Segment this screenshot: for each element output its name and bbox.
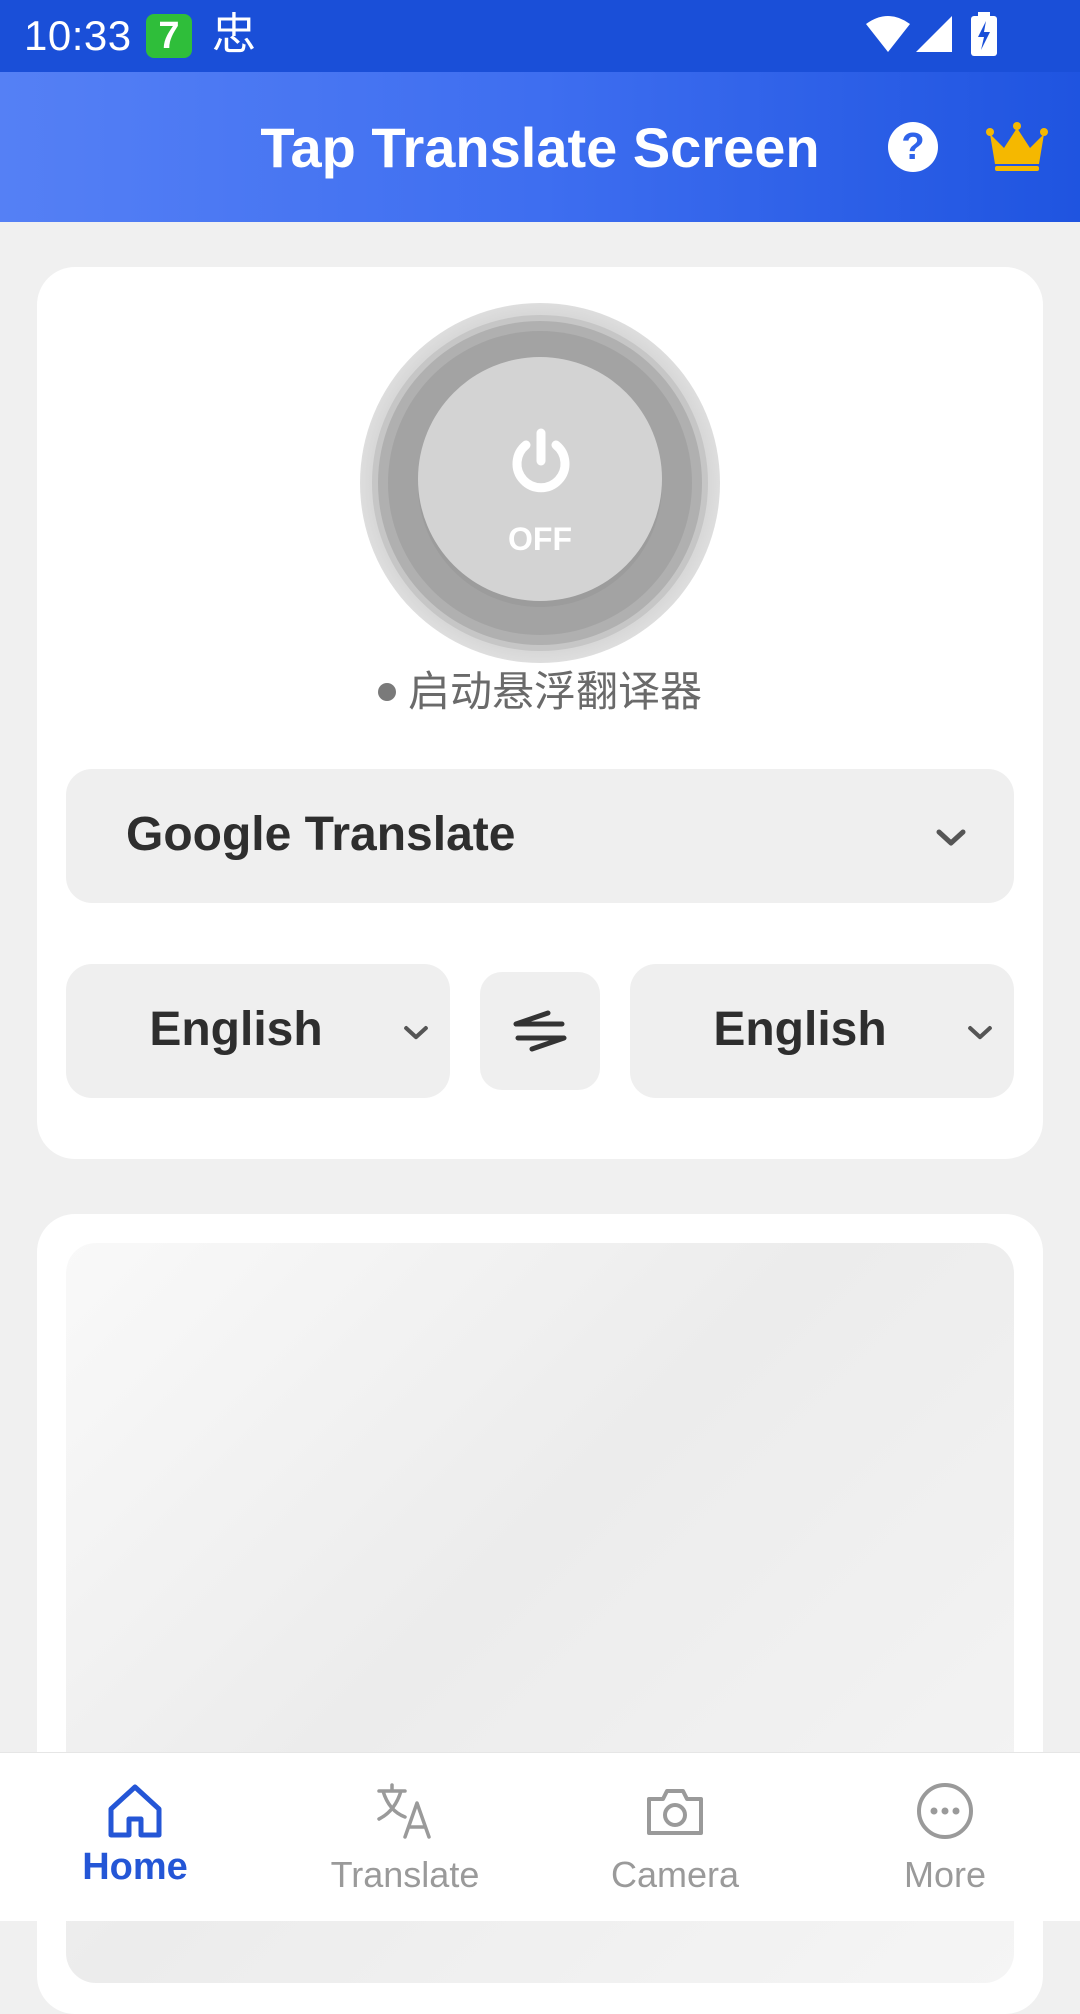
source-language-label: English [149, 1003, 323, 1056]
app-notification-char: 忠 [212, 10, 256, 59]
nav-label-translate: Translate [330, 1854, 480, 1895]
nav-label-home: Home [82, 1846, 188, 1888]
translate-icon [377, 1783, 431, 1839]
camera-icon [647, 1789, 703, 1835]
app-notification-badge: 7 [146, 14, 192, 58]
power-face: OFF [418, 357, 662, 601]
swap-arrows-icon [513, 1010, 567, 1052]
more-icon [917, 1783, 973, 1839]
source-language-select[interactable]: English [66, 964, 450, 1098]
power-status-text: 启动悬浮翻译器 [407, 668, 702, 715]
power-inner-edge: OFF [388, 331, 692, 635]
chevron-down-icon [936, 829, 966, 846]
help-button[interactable]: ? [888, 122, 938, 172]
app-bar: Tap Translate Screen ? [0, 72, 1080, 222]
nav-item-translate[interactable]: Translate [270, 1753, 540, 1921]
power-ring: OFF [378, 321, 702, 645]
power-state-label: OFF [508, 521, 572, 557]
bottom-navigation: Home Translate Camera More [0, 1752, 1080, 1921]
nav-label-camera: Camera [610, 1854, 740, 1895]
status-dot [377, 682, 396, 701]
wifi-icon [866, 16, 910, 52]
swap-languages-button[interactable] [480, 972, 600, 1090]
chevron-down-icon [404, 1026, 428, 1040]
target-language-label: English [713, 1003, 887, 1056]
nav-item-more[interactable]: More [810, 1753, 1080, 1921]
translator-control-card: OFF 启动悬浮翻译器 Google Translate English Eng… [37, 267, 1043, 1159]
engine-selected-label: Google Translate [126, 808, 516, 861]
nav-label-more: More [903, 1854, 987, 1895]
crown-icon[interactable] [986, 120, 1048, 172]
home-icon [108, 1784, 162, 1838]
status-time: 10:33 [24, 12, 132, 59]
power-toggle-button[interactable]: OFF [360, 303, 720, 663]
translation-engine-select[interactable]: Google Translate [66, 769, 1014, 903]
power-icon [512, 428, 570, 493]
nav-item-home[interactable]: Home [0, 1753, 270, 1921]
target-language-select[interactable]: English [630, 964, 1014, 1098]
battery-charging-icon [971, 12, 997, 56]
chevron-down-icon [968, 1026, 992, 1040]
nav-item-camera[interactable]: Camera [540, 1753, 810, 1921]
signal-icon [916, 16, 952, 52]
status-bar: 10:33 7 忠 [0, 0, 1080, 72]
power-status: 启动悬浮翻译器 [37, 667, 1043, 717]
